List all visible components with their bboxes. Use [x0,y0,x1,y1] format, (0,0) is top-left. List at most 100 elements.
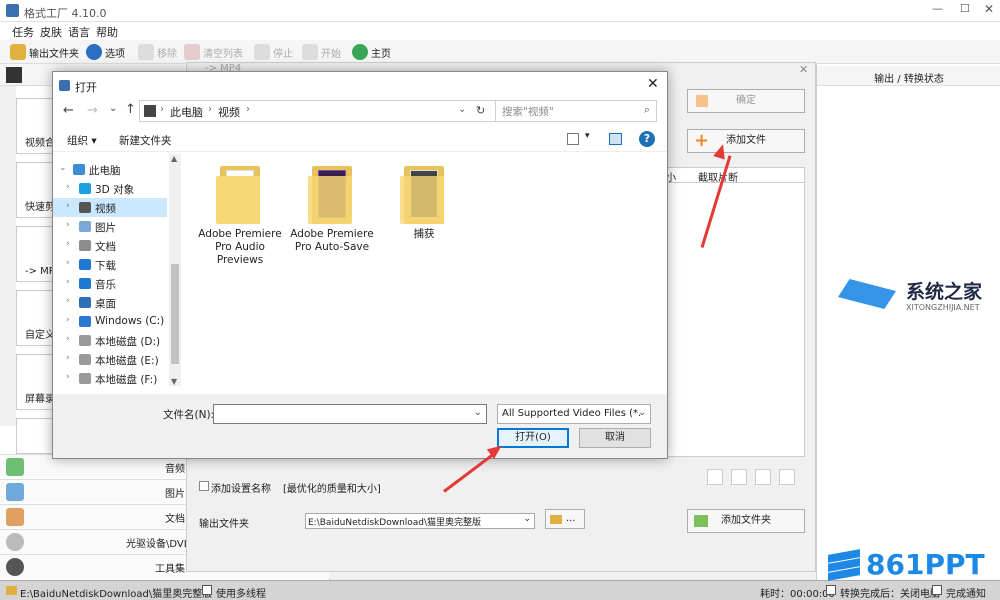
add-file-button[interactable]: + 添加文件 [687,129,805,153]
multithread-checkbox[interactable] [202,585,212,595]
minimize-icon[interactable]: — [932,2,943,15]
preview-pane-icon[interactable] [609,133,622,145]
file-area: Adobe Premiere Pro Audio Previews Adobe … [183,154,667,394]
folder-icon [216,166,264,224]
menu-skin[interactable]: 皮肤 [40,24,62,40]
browse-folder-button[interactable]: ... [545,509,585,529]
folder-icon [550,515,562,524]
nav-documents[interactable]: › 文档 [53,236,167,255]
output-folder-button[interactable]: 输出文件夹 [10,44,79,60]
chevron-down-icon[interactable]: ⌄ [474,407,482,418]
capture-folder-icon [400,166,448,224]
download-icon [79,259,91,270]
cancel-button[interactable]: 取消 [579,428,651,448]
remove-button[interactable]: 移除 [138,44,177,60]
maximize-icon[interactable]: ☐ [960,2,970,15]
search-icon: ⌕ [643,103,650,116]
nav-videos[interactable]: › 视频 [53,198,167,217]
view-chevron-icon[interactable]: ▾ [585,131,590,141]
expand-chevron-icon: › [66,258,70,268]
clear-icon [184,44,200,60]
dialog-bottom: 文件名(N): ⌄ All Supported Video Files (*. … [53,394,667,458]
notify-checkbox[interactable] [932,585,942,595]
search-input[interactable]: 搜索"视频" [502,104,554,119]
nav-desktop[interactable]: › 桌面 [53,293,167,312]
new-folder-button[interactable]: 新建文件夹 [119,133,172,148]
category-scroll[interactable] [0,86,16,426]
help-icon[interactable]: ? [639,131,655,147]
plus-icon: + [694,130,710,151]
music-note-icon [79,278,91,289]
expand-chevron-icon: › [66,372,70,382]
computer-icon [73,164,85,175]
back-arrow-icon[interactable]: ← [63,103,74,118]
premiere-folder-icon [308,166,356,224]
view-options-icon[interactable] [567,133,579,145]
nav-scrollbar[interactable]: ▲ ▼ [169,154,181,386]
convert-panel-close-icon[interactable]: ✕ [799,63,808,76]
add-setting-checkbox[interactable] [199,481,209,491]
nav-drive-d[interactable]: › 本地磁盘 (D:) [53,331,167,350]
home-button[interactable]: 主页 [352,44,391,60]
nav-drive-f[interactable]: › 本地磁盘 (F:) [53,369,167,388]
start-button[interactable]: 开始 [302,44,341,60]
add-folder-icon [694,515,708,527]
video-folder-icon [144,105,156,117]
ok-icon [696,95,708,107]
nav-3d-objects[interactable]: › 3D 对象 [53,179,167,198]
recent-chevron-icon[interactable]: ⌄ [109,103,117,114]
close-icon[interactable]: ✕ [984,2,994,16]
output-folder-select[interactable]: E:\BaiduNetdiskDownload\猫里奥完整版 ⌄ [305,513,535,529]
nav-this-pc[interactable]: ⌄ 此电脑 [53,160,167,179]
nav-scroll-thumb[interactable] [171,264,179,364]
picture-icon [6,483,24,501]
scroll-down-icon[interactable]: ▼ [171,377,177,386]
app-titlebar: 格式工厂 4.10.0 — ☐ ✕ [0,0,1000,22]
filename-input[interactable]: ⌄ [213,404,487,424]
open-button[interactable]: 打开(O) [497,428,569,448]
refresh-icon[interactable]: ↻ [476,104,485,117]
forward-arrow-icon[interactable]: → [87,103,98,118]
organize-button[interactable]: 组织 ▾ [67,133,97,148]
nav-drive-c[interactable]: › Windows (C:) [53,312,167,331]
folder-item[interactable]: 捕获 [379,166,469,241]
scroll-up-icon[interactable]: ▲ [171,154,177,163]
breadcrumb-this-pc[interactable]: 此电脑 [170,104,203,120]
nav-pictures[interactable]: › 图片 [53,217,167,236]
expand-chevron-icon: › [66,334,70,344]
file-info-icon[interactable] [707,469,723,485]
options-button[interactable]: 选项 [86,44,125,60]
play-icon[interactable] [755,469,771,485]
nav-music[interactable]: › 音乐 [53,274,167,293]
shutdown-checkbox[interactable] [826,585,836,595]
document-icon [6,508,24,526]
nav-drive-e[interactable]: › 本地磁盘 (E:) [53,350,167,369]
nav-downloads[interactable]: › 下载 [53,255,167,274]
up-arrow-icon[interactable]: ↑ [125,102,136,117]
clear-list-button[interactable]: 清空列表 [184,44,243,60]
dialog-title: 打开 [75,81,97,94]
clip-icon[interactable] [731,469,747,485]
ok-button[interactable]: 确定 [687,89,805,113]
add-folder-button[interactable]: 添加文件夹 [687,509,805,533]
stop-button[interactable]: 停止 [254,44,293,60]
media-info-icon[interactable] [779,469,795,485]
hard-drive-icon [79,354,91,365]
search-box[interactable]: 搜索"视频" ⌕ [495,100,657,122]
filename-label: 文件名(N): [163,409,215,421]
breadcrumb-sep-icon: › [160,104,164,115]
menu-bar: 任务 皮肤 语言 帮助 [0,22,1000,40]
dialog-close-icon[interactable]: ✕ [647,76,659,92]
folder-item[interactable]: Adobe Premiere Pro Audio Previews [195,166,285,267]
breadcrumb-videos[interactable]: 视频 [218,104,240,120]
menu-language[interactable]: 语言 [68,24,90,40]
menu-help[interactable]: 帮助 [96,24,118,40]
start-icon [302,44,318,60]
folder-item[interactable]: Adobe Premiere Pro Auto-Save [287,166,377,254]
film-icon [6,67,22,83]
address-dropdown-icon[interactable]: ⌄ [458,104,466,115]
address-bar[interactable]: › 此电脑 › 视频 › ⌄ ↻ [139,100,521,122]
menu-task[interactable]: 任务 [12,24,34,40]
status-header: 输出 / 转换状态 [817,66,1000,86]
file-type-filter[interactable]: All Supported Video Files (*. ⌄ [497,404,651,424]
